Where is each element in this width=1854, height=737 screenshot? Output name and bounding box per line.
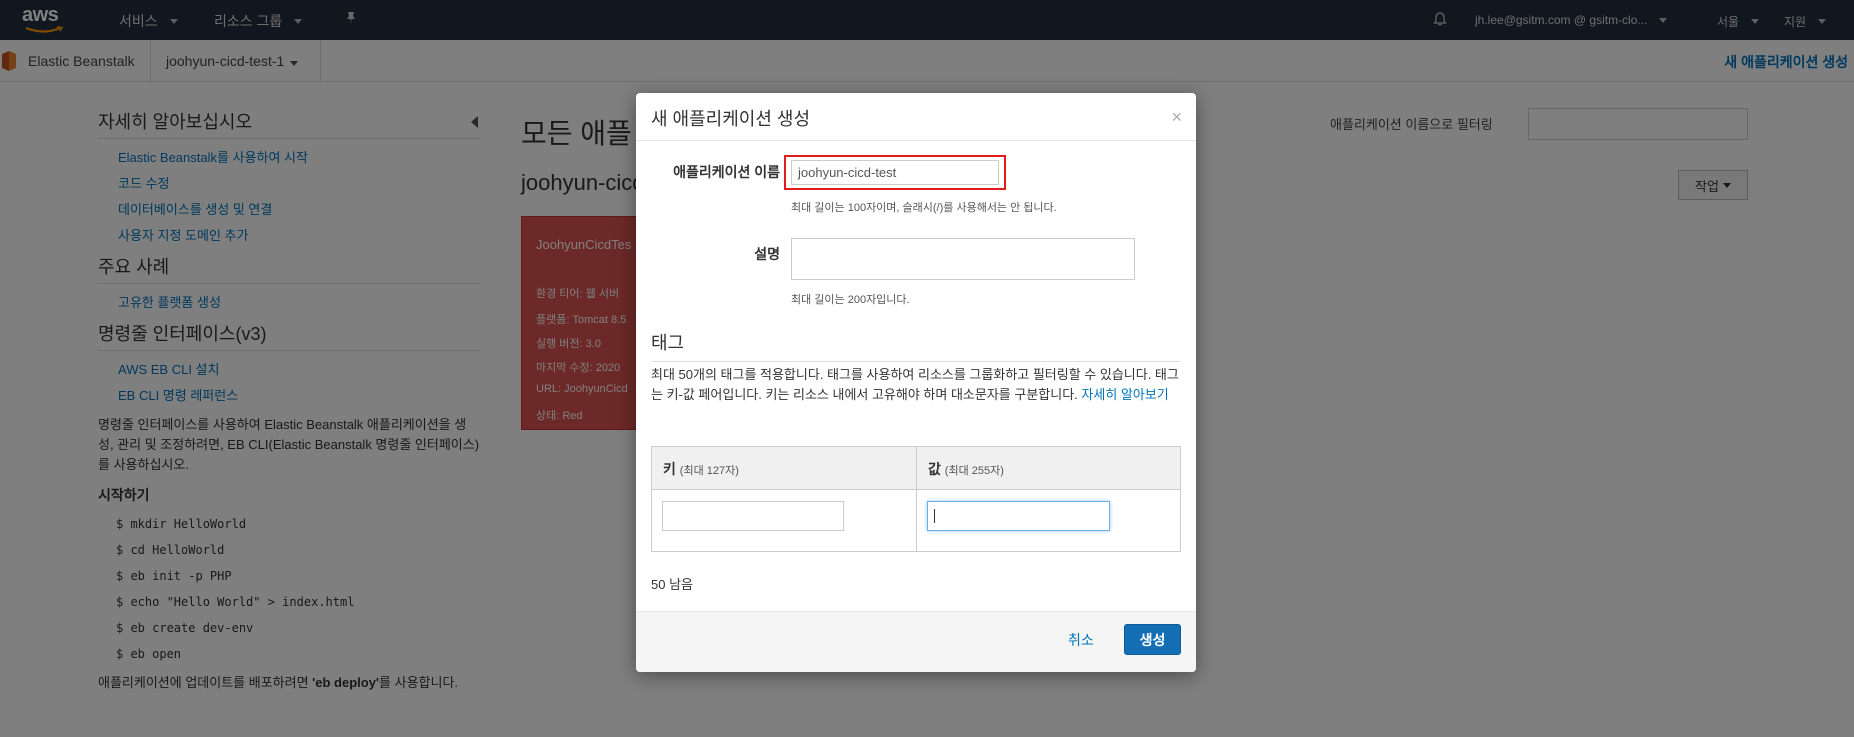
learn-more-link[interactable]: 자세히 알아보기 — [1081, 387, 1168, 402]
app-name-label: 애플리케이션 이름 — [673, 164, 780, 180]
value-header-label: 값 — [928, 461, 941, 477]
tags-description: 최대 50개의 태그를 적용합니다. 태그를 사용하여 리소스를 그룹화하고 필… — [651, 365, 1181, 405]
key-header-note: (최대 127자) — [679, 465, 739, 477]
close-icon[interactable]: × — [1171, 107, 1182, 128]
dialog-header: 새 애플리케이션 생성 × — [636, 93, 1196, 141]
description-label: 설명 — [754, 246, 780, 262]
app-name-input[interactable]: joohyun-cicd-test — [791, 160, 999, 185]
tags-remaining: 50 남음 — [651, 577, 693, 592]
tags-table: 키 (최대 127자) 값 (최대 255자) — [651, 446, 1181, 552]
tags-heading: 태그 — [651, 329, 1181, 362]
create-application-dialog: 새 애플리케이션 생성 × 애플리케이션 이름 joohyun-cicd-tes… — [636, 93, 1196, 672]
dialog-footer: 취소 생성 — [636, 611, 1196, 672]
key-column-header: 키 (최대 127자) — [652, 447, 916, 490]
cancel-button[interactable]: 취소 — [1068, 630, 1094, 650]
value-column-header: 값 (최대 255자) — [917, 447, 1180, 490]
app-name-hint: 최대 길이는 100자이며, 슬래시(/)를 사용해서는 안 됩니다. — [791, 202, 1057, 214]
tag-key-input[interactable] — [662, 501, 844, 531]
tag-value-input[interactable] — [927, 501, 1110, 531]
column-divider — [916, 447, 917, 551]
description-input[interactable] — [791, 238, 1135, 280]
text-cursor — [934, 509, 935, 523]
create-button[interactable]: 생성 — [1124, 624, 1181, 655]
description-hint: 최대 길이는 200자입니다. — [791, 294, 910, 306]
value-header-note: (최대 255자) — [944, 465, 1004, 477]
dialog-title: 새 애플리케이션 생성 — [651, 109, 811, 129]
key-header-label: 키 — [663, 461, 676, 477]
